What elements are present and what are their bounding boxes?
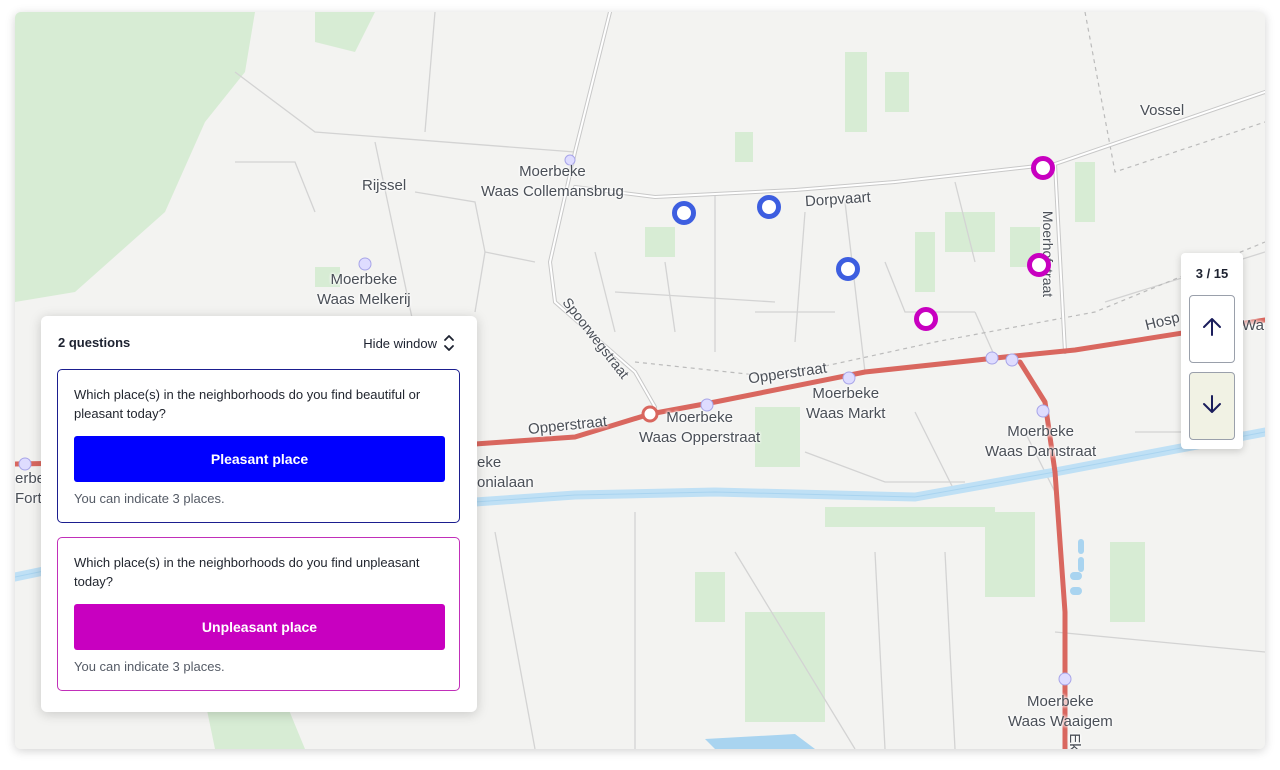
panel-title: 2 questions <box>58 335 131 350</box>
previous-button[interactable] <box>1189 295 1235 363</box>
map-label-ek: Ek <box>1065 733 1083 749</box>
pager-count: 3 / 15 <box>1195 266 1229 281</box>
question-text: Which place(s) in the neighborhoods do y… <box>74 387 421 421</box>
map-label-rijssel: Rijssel <box>362 177 407 194</box>
question-text: Which place(s) in the neighborhoods do y… <box>74 555 420 589</box>
questions-panel: 2 questions Hide window Which place(s) i… <box>41 316 477 712</box>
hide-window-label: Hide window <box>363 335 437 351</box>
chevron-up-down-icon <box>443 333 455 353</box>
next-button[interactable] <box>1189 372 1235 440</box>
question-hint: You can indicate 3 places. <box>74 491 225 506</box>
map-label-onialaan: onialaan <box>477 474 534 491</box>
pleasant-place-marker[interactable] <box>836 257 860 281</box>
map-label-waas-waaigem: Moerbeke Waas Waaigem <box>1008 693 1113 730</box>
unpleasant-place-marker[interactable] <box>1027 253 1051 277</box>
pleasant-place-marker[interactable] <box>757 195 781 219</box>
map-label-waas-opperstraat: Moerbeke Waas Opperstraat <box>639 409 761 446</box>
question-hint: You can indicate 3 places. <box>74 659 225 674</box>
unpleasant-place-marker[interactable] <box>914 307 938 331</box>
map-label-wa: Wa <box>1242 317 1264 334</box>
map-label-eke: eke <box>477 454 502 471</box>
arrow-down-icon <box>1201 393 1223 420</box>
map-label-vossel: Vossel <box>1140 102 1185 119</box>
pleasant-place-button[interactable]: Pleasant place <box>74 436 445 482</box>
unpleasant-place-marker[interactable] <box>1031 156 1055 180</box>
question-card-unpleasant: Which place(s) in the neighborhoods do y… <box>57 537 460 691</box>
pleasant-place-marker[interactable] <box>672 201 696 225</box>
question-card-pleasant: Which place(s) in the neighborhoods do y… <box>57 369 460 523</box>
unpleasant-place-button[interactable]: Unpleasant place <box>74 604 445 650</box>
map-label-waas-markt: Moerbeke Waas Markt <box>806 385 886 422</box>
map-label-waas-damstraat: Moerbeke Waas Damstraat <box>985 423 1097 460</box>
map-label-melkerij: Moerbeke Waas Melkerij <box>317 271 411 308</box>
question-pager: 3 / 15 <box>1181 253 1243 449</box>
arrow-up-icon <box>1201 316 1223 343</box>
map-label-collemansbrug: Moerbeke Waas Collemansbrug <box>481 163 624 200</box>
map-label-fort: Fort <box>15 490 42 507</box>
hide-window-button[interactable]: Hide window <box>363 333 455 353</box>
